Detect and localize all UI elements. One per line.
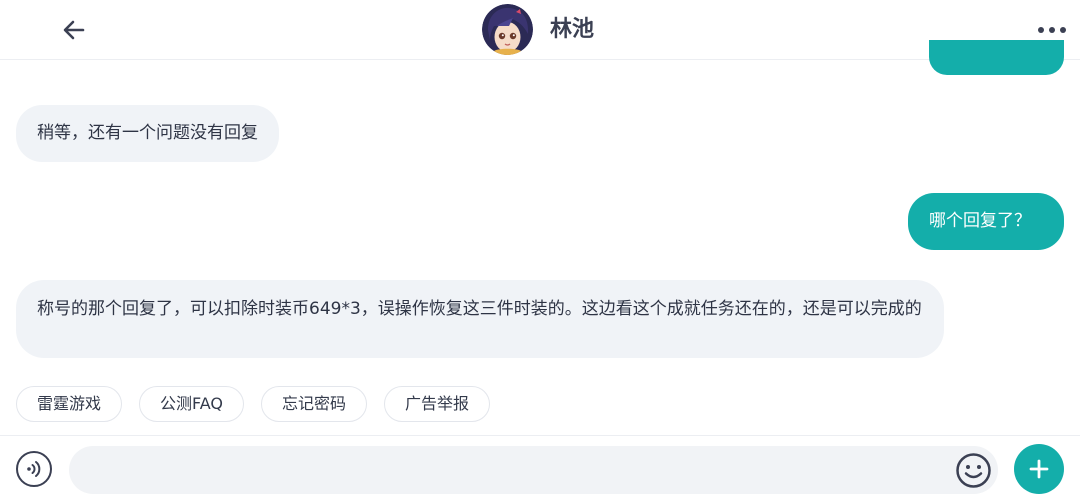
chat-header: 林池 <box>0 0 1080 60</box>
back-button[interactable] <box>56 12 92 48</box>
page-title: 林池 <box>550 17 595 42</box>
voice-icon <box>27 461 41 477</box>
avatar[interactable] <box>482 4 533 55</box>
add-button[interactable] <box>1014 444 1064 494</box>
message-input[interactable] <box>69 446 998 494</box>
message-text: 称号的那个回复了，可以扣除时装币649*3，误操作恢复这三件时装的。这边看这个成… <box>37 299 922 319</box>
plus-icon <box>1029 459 1049 479</box>
message-text: 哪个回复了？ <box>929 211 1031 231</box>
input-bar <box>0 435 1080 502</box>
message-incoming: 称号的那个回复了，可以扣除时装币649*3，误操作恢复这三件时装的。这边看这个成… <box>16 280 944 358</box>
emoji-button[interactable] <box>955 452 992 489</box>
quick-reply-chip[interactable]: 忘记密码 <box>261 386 368 422</box>
message-incoming: 稍等，还有一个问题没有回复 <box>16 105 279 162</box>
more-horizontal-icon <box>1038 27 1066 33</box>
quick-reply-bar: 雷霆游戏 公测FAQ 忘记密码 广告举报 <box>16 386 507 422</box>
quick-reply-chip[interactable]: 雷霆游戏 <box>16 386 123 422</box>
quick-reply-chip[interactable]: 广告举报 <box>384 386 491 422</box>
quick-reply-chip[interactable]: 公测FAQ <box>139 386 245 422</box>
emoji-icon <box>956 453 991 488</box>
voice-button[interactable] <box>16 451 52 487</box>
chat-screen: 林池 稍等，还有一个问题没有回复 哪个回复了？ 称号的那个回复了，可以扣除时装币… <box>0 0 1080 502</box>
message-bubble-partial <box>929 40 1064 75</box>
arrow-left-icon <box>63 20 85 40</box>
message-text: 稍等，还有一个问题没有回复 <box>37 123 258 143</box>
message-outgoing: 哪个回复了？ <box>908 193 1064 250</box>
